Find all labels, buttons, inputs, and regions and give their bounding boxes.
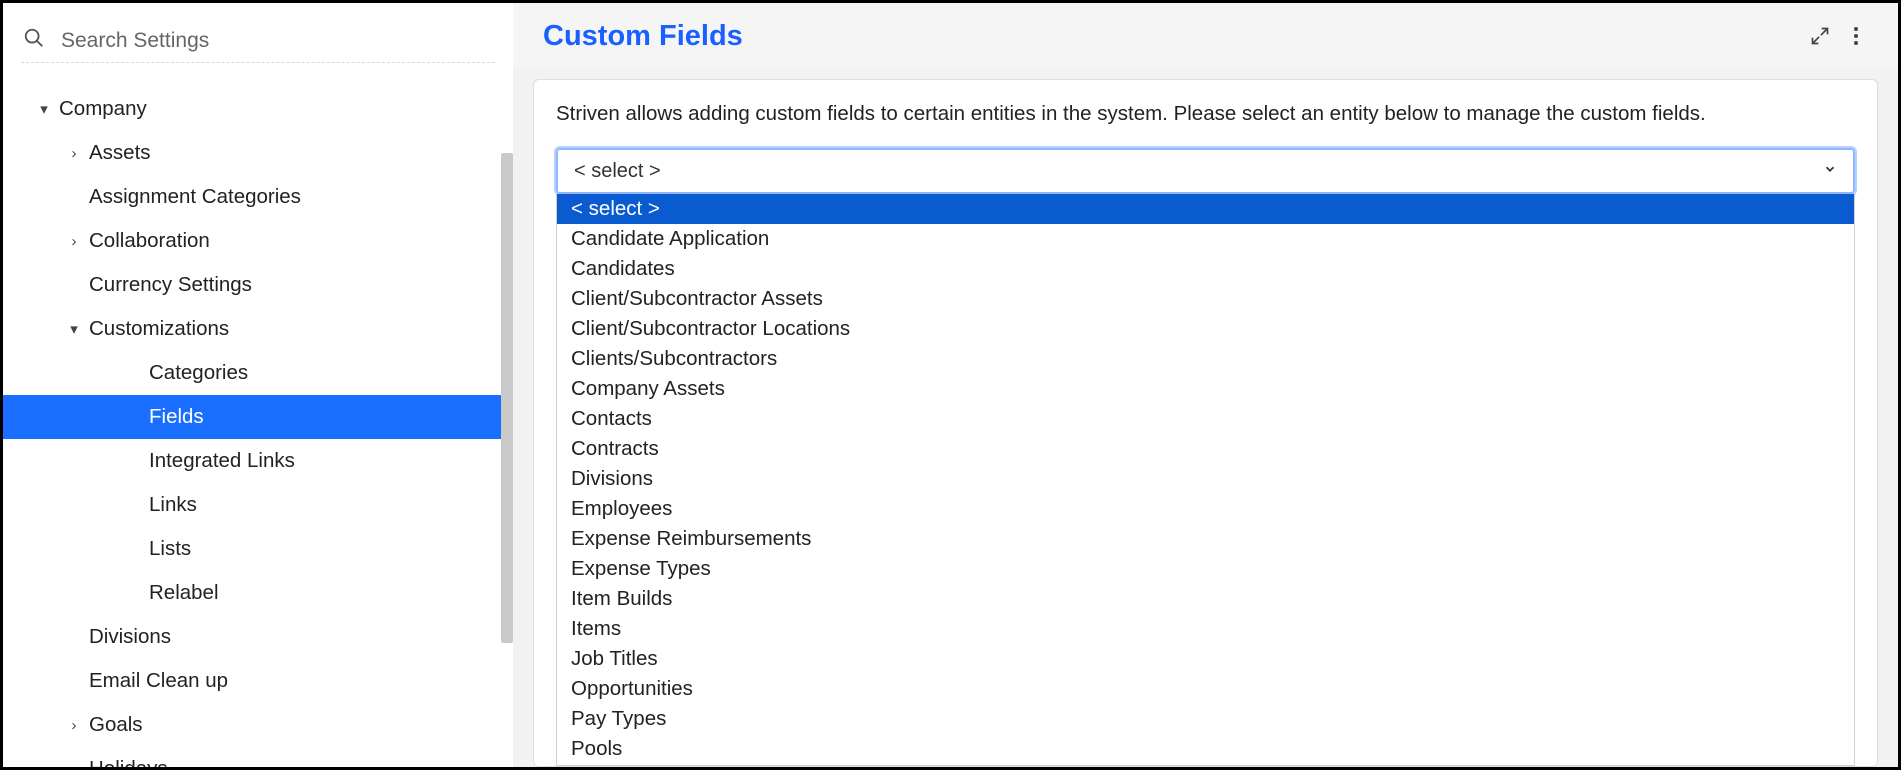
sidebar-item-lists[interactable]: •Lists — [3, 527, 513, 571]
sidebar-item-label: Fields — [149, 405, 204, 429]
sidebar-item-email-clean-up[interactable]: •Email Clean up — [3, 659, 513, 703]
chevron-right-icon: › — [59, 717, 89, 734]
more-icon[interactable] — [1838, 18, 1874, 54]
sidebar-item-categories[interactable]: •Categories — [3, 351, 513, 395]
sidebar-item-label: Currency Settings — [89, 273, 252, 297]
dropdown-option[interactable]: Expense Reimbursements — [557, 524, 1854, 554]
chevron-down-icon: ▾ — [29, 100, 59, 118]
sidebar-item-label: Relabel — [149, 581, 219, 605]
dropdown-option[interactable]: Opportunities — [557, 674, 1854, 704]
search-icon — [23, 27, 45, 54]
sidebar-item-label: Collaboration — [89, 229, 210, 253]
dropdown-option[interactable]: Contacts — [557, 404, 1854, 434]
sidebar-item-label: Holidays — [89, 757, 168, 767]
sidebar-item-label: Company — [59, 97, 147, 121]
chevron-down-icon: ▾ — [59, 320, 89, 338]
description-text: Striven allows adding custom fields to c… — [556, 102, 1855, 126]
main-header: Custom Fields — [513, 3, 1898, 69]
sidebar-item-relabel[interactable]: •Relabel — [3, 571, 513, 615]
sidebar-tree-scroll[interactable]: ▾Company›Assets•Assignment Categories›Co… — [3, 73, 513, 767]
sidebar-item-links[interactable]: •Links — [3, 483, 513, 527]
sidebar-item-fields[interactable]: •Fields — [3, 395, 513, 439]
sidebar-item-company[interactable]: ▾Company — [3, 87, 513, 131]
sidebar-item-label: Integrated Links — [149, 449, 295, 473]
main-panel: Custom Fields Striven allows adding cust… — [513, 3, 1898, 767]
sidebar-item-label: Lists — [149, 537, 191, 561]
sidebar-item-assignment-categories[interactable]: •Assignment Categories — [3, 175, 513, 219]
dropdown-option[interactable]: Client/Subcontractor Locations — [557, 314, 1854, 344]
sidebar-item-label: Assets — [89, 141, 151, 165]
sidebar-item-label: Categories — [149, 361, 248, 385]
sidebar-item-holidays[interactable]: •Holidays — [3, 747, 513, 767]
sidebar-item-assets[interactable]: ›Assets — [3, 131, 513, 175]
chevron-right-icon: › — [59, 233, 89, 250]
settings-sidebar: ▾Company›Assets•Assignment Categories›Co… — [3, 3, 513, 767]
sidebar-item-collaboration[interactable]: ›Collaboration — [3, 219, 513, 263]
search-wrap — [3, 3, 513, 73]
dropdown-option[interactable]: Candidates — [557, 254, 1854, 284]
dropdown-option[interactable]: Client/Subcontractor Assets — [557, 284, 1854, 314]
dropdown-option[interactable]: Pay Types — [557, 704, 1854, 734]
dropdown-option[interactable]: < select > — [557, 194, 1854, 224]
sidebar-item-customizations[interactable]: ▾Customizations — [3, 307, 513, 351]
dropdown-option[interactable]: Contracts — [557, 434, 1854, 464]
sidebar-tree: ▾Company›Assets•Assignment Categories›Co… — [3, 73, 513, 767]
dropdown-option[interactable]: Employees — [557, 494, 1854, 524]
dropdown-option[interactable]: Company Assets — [557, 374, 1854, 404]
sidebar-item-currency-settings[interactable]: •Currency Settings — [3, 263, 513, 307]
sidebar-item-label: Email Clean up — [89, 669, 228, 693]
expand-icon[interactable] — [1802, 18, 1838, 54]
sidebar-item-label: Goals — [89, 713, 143, 737]
dropdown-option[interactable]: Expense Types — [557, 554, 1854, 584]
sidebar-item-label: Customizations — [89, 317, 229, 341]
dropdown-option[interactable]: Job Titles — [557, 644, 1854, 674]
app-frame: ▾Company›Assets•Assignment Categories›Co… — [0, 0, 1901, 770]
sidebar-scrollbar-thumb[interactable] — [501, 153, 513, 643]
entity-select-value: < select > — [574, 160, 1823, 183]
content-card: Striven allows adding custom fields to c… — [533, 79, 1878, 767]
sidebar-item-label: Assignment Categories — [89, 185, 301, 209]
dropdown-option[interactable]: Clients/Subcontractors — [557, 344, 1854, 374]
sidebar-item-integrated-links[interactable]: •Integrated Links — [3, 439, 513, 483]
dropdown-option[interactable]: Pools — [557, 734, 1854, 764]
sidebar-item-label: Divisions — [89, 625, 171, 649]
sidebar-item-label: Links — [149, 493, 197, 517]
sidebar-item-divisions[interactable]: •Divisions — [3, 615, 513, 659]
search-input[interactable] — [61, 29, 493, 53]
dropdown-option[interactable]: Candidate Application — [557, 224, 1854, 254]
sidebar-item-goals[interactable]: ›Goals — [3, 703, 513, 747]
dropdown-option[interactable]: Item Builds — [557, 584, 1854, 614]
search-row[interactable] — [21, 21, 495, 63]
dropdown-option[interactable]: Items — [557, 614, 1854, 644]
dropdown-option[interactable]: Projects — [557, 764, 1854, 766]
page-title: Custom Fields — [543, 20, 1802, 53]
dropdown-option[interactable]: Divisions — [557, 464, 1854, 494]
entity-select[interactable]: < select > — [556, 148, 1855, 194]
chevron-right-icon: › — [59, 145, 89, 162]
entity-dropdown[interactable]: < select >Candidate ApplicationCandidate… — [556, 194, 1855, 766]
chevron-down-icon — [1823, 162, 1837, 181]
